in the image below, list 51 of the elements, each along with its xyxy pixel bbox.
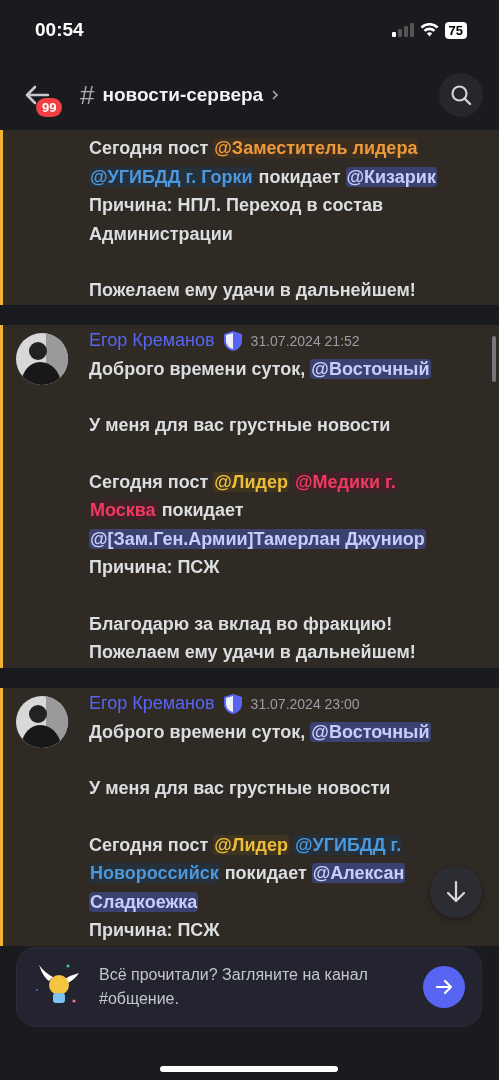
message-text: Благодарю за вклад во фракцию!: [89, 613, 393, 634]
down-arrow-icon: [445, 880, 467, 904]
message-text: покидает: [160, 500, 244, 520]
message-text: Пожелаем ему удачи в дальнейшем!: [89, 280, 416, 300]
message-text: Пожелаем ему удачи в дальнейшем!: [89, 642, 416, 662]
message-text: У меня для вас грустные новости: [89, 415, 391, 435]
timestamp: 31.07.2024 23:00: [250, 695, 360, 712]
timestamp: 31.07.2024 21:52: [250, 332, 360, 349]
chevron-icon[interactable]: [271, 89, 280, 101]
mention-tag[interactable]: @[Зам.Ген.Армии]Тамерлан Джуниор: [89, 528, 426, 549]
message-text: Причина: ПСЖ: [89, 557, 220, 577]
mention-tag[interactable]: @УГИБДД г. Горки: [89, 166, 254, 187]
go-button[interactable]: [423, 966, 465, 1008]
message-text: Причина: ПСЖ: [89, 920, 220, 940]
mention-tag[interactable]: Новороссийск: [89, 863, 220, 883]
shield-icon: [222, 692, 243, 715]
mention-tag[interactable]: @Медики г.: [294, 471, 397, 492]
unread-badge: 99: [36, 98, 63, 117]
message-text: Сегодня пост: [89, 138, 210, 158]
mention-tag[interactable]: Сладкоежка: [89, 891, 199, 912]
mention-tag[interactable]: @УГИБДД г.: [294, 834, 403, 855]
message-text: Сегодня пост: [89, 834, 210, 855]
message-text: Доброго времени суток,: [89, 721, 307, 742]
mention-tag[interactable]: @Заместитель лидера: [213, 138, 419, 158]
message-text: Сегодня пост: [89, 471, 210, 492]
status-time: 00:54: [35, 19, 84, 41]
channel-title[interactable]: новости-сервера: [102, 84, 264, 106]
mention-tag[interactable]: @Лидер: [213, 471, 289, 492]
shield-icon: [222, 329, 243, 352]
mention-tag[interactable]: Москва: [89, 500, 157, 520]
mention-tag[interactable]: @Кизарик: [345, 166, 437, 187]
search-icon: [450, 84, 472, 106]
message-text: Доброго времени суток,: [89, 358, 307, 379]
message-text: покидает: [223, 863, 308, 883]
mention-tag[interactable]: @Восточный: [310, 358, 431, 379]
signal-icon: [391, 23, 414, 37]
wifi-icon: [419, 23, 439, 37]
message-text: У меня для вас грустные новости: [89, 778, 391, 798]
back-arrow-icon[interactable]: [24, 85, 50, 105]
battery-indicator: 75: [444, 21, 467, 39]
message-text: Причина: НПЛ. Переход в состав: [89, 195, 384, 215]
search-button[interactable]: [439, 73, 483, 117]
message-text: покидает: [257, 166, 342, 187]
channel-hash: #: [80, 79, 95, 111]
mention-tag[interactable]: @Восточный: [310, 721, 431, 742]
mention-tag[interactable]: @Алексан: [311, 863, 406, 883]
right-arrow-icon: [435, 979, 453, 995]
message-text: Администрации: [89, 223, 233, 244]
scrollbar[interactable]: [492, 336, 496, 382]
mention-tag[interactable]: @Лидер: [213, 834, 289, 855]
banner-text: Всё прочитали? Загляните на канал #общение.: [99, 965, 369, 1009]
